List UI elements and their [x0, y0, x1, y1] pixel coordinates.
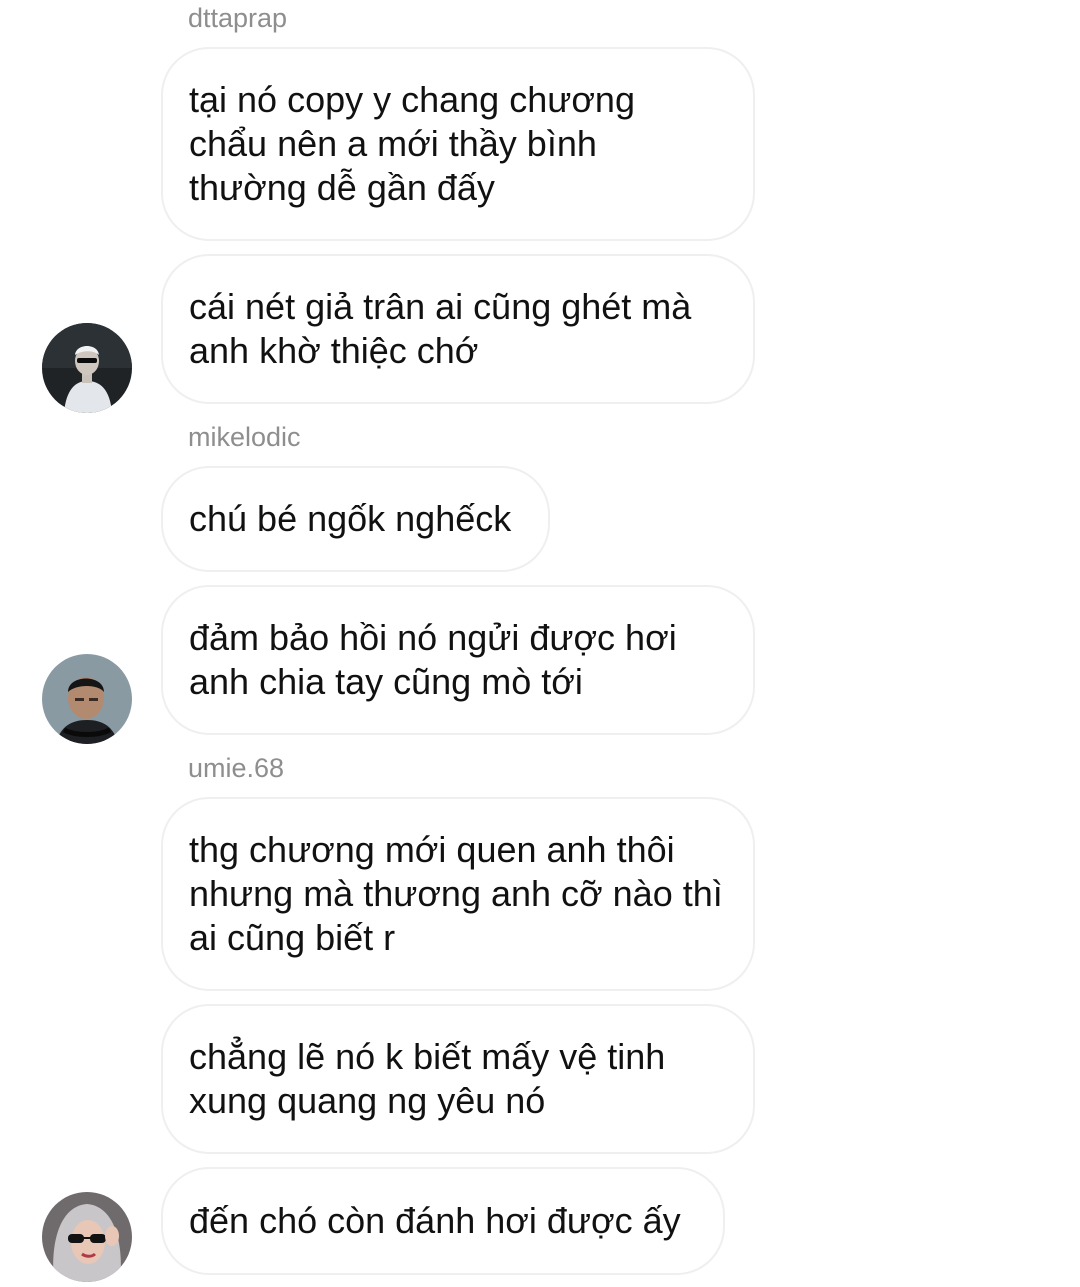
message-bubble[interactable]: chú bé ngốk nghếck [161, 466, 550, 572]
message-bubble[interactable]: đảm bảo hồi nó ngửi được hơi anh chia ta… [161, 585, 755, 735]
message-text: thg chương mới quen anh thôi nhưng mà th… [189, 829, 723, 958]
message-bubble[interactable]: chẳng lẽ nó k biết mấy vệ tinh xung quan… [161, 1004, 755, 1154]
message-text: cái nét giả trân ai cũng ghét mà anh khờ… [189, 286, 692, 371]
message-text: chẳng lẽ nó k biết mấy vệ tinh xung quan… [189, 1036, 666, 1121]
user-avatar-icon[interactable] [42, 323, 132, 413]
message-text: đến chó còn đánh hơi được ấy [189, 1200, 681, 1241]
message-bubble[interactable]: thg chương mới quen anh thôi nhưng mà th… [161, 797, 755, 991]
message-text: tại nó copy y chang chương chẩu nên a mớ… [189, 79, 635, 208]
message-text: đảm bảo hồi nó ngửi được hơi anh chia ta… [189, 617, 677, 702]
user-avatar-icon[interactable] [42, 654, 132, 744]
message-bubble[interactable]: đến chó còn đánh hơi được ấy [161, 1167, 725, 1275]
sender-username[interactable]: umie.68 [188, 752, 284, 784]
message-text: chú bé ngốk nghếck [189, 498, 512, 539]
sender-username[interactable]: mikelodic [188, 421, 301, 453]
user-avatar-icon[interactable] [42, 1192, 132, 1282]
message-bubble[interactable]: tại nó copy y chang chương chẩu nên a mớ… [161, 47, 755, 241]
sender-username[interactable]: dttaprap [188, 2, 287, 34]
message-bubble[interactable]: cái nét giả trân ai cũng ghét mà anh khờ… [161, 254, 755, 404]
